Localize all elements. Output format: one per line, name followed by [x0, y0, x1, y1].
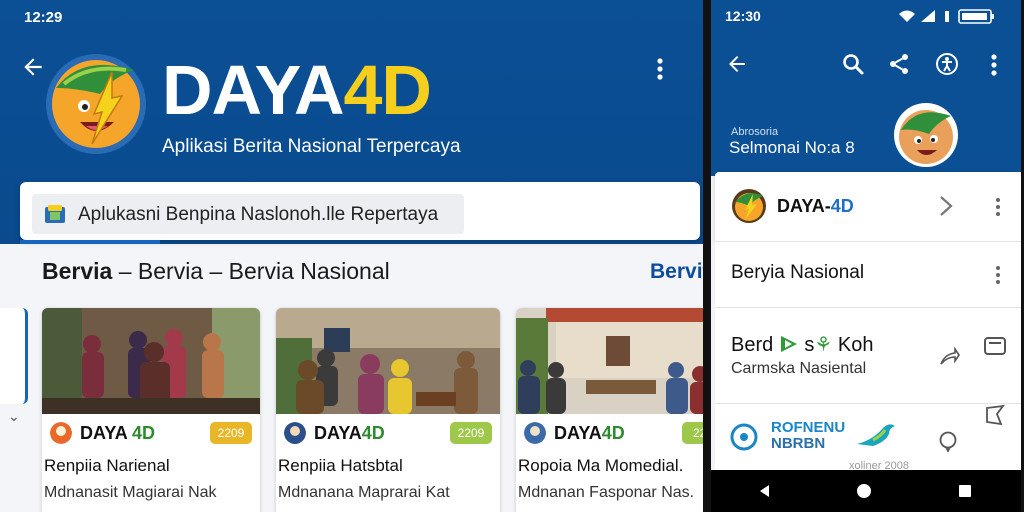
more-vert-icon[interactable]: [987, 52, 1001, 78]
tablet-screen: 12:29 DAYA4D Aplikasi Berita Nasional Te…: [0, 0, 703, 512]
phone-screen: 12:30 Abrosoria Selmonai No:a 8 DAYA-4D …: [711, 0, 1021, 470]
more-vert-icon[interactable]: [650, 56, 670, 82]
news-card[interactable]: DAYA4D 2209 Renpiia Hatsbtal Mdnanana Ma…: [276, 308, 500, 512]
share-arrow-icon[interactable]: [937, 344, 961, 368]
source-avatar-icon: [50, 422, 72, 444]
news-title: Renpiia Hatsbtal: [278, 456, 403, 475]
promo-row[interactable]: ROFNENU NBRBN xoliner 2008: [715, 404, 1021, 470]
header-title: Selmonai No:a 8: [729, 138, 855, 157]
news-source-accent: 4D: [601, 423, 625, 443]
mascot-avatar-icon[interactable]: [893, 102, 959, 168]
news-subtitle: Mdnanasit Magiarai Nak: [44, 484, 217, 501]
tab-indicator: [20, 240, 160, 244]
news-app-icon: [45, 205, 65, 223]
comment-icon[interactable]: [983, 336, 1007, 358]
news-badge: 220: [682, 422, 703, 444]
phone-header: 12:30 Abrosoria Selmonai No:a 8: [711, 0, 1021, 176]
app-name: DAYA-4D: [777, 196, 854, 217]
android-nav-bar: [711, 470, 1021, 512]
nav-back-icon[interactable]: [757, 483, 773, 499]
news-card[interactable]: DAYA 4D 2209 Renpiia Narienal Mdnanasit …: [42, 308, 260, 512]
news-source-main: DAYA: [80, 423, 128, 443]
target-logo-icon: [730, 423, 758, 451]
tagline: Aplikasi Berita Nasional Terpercaya: [162, 136, 461, 157]
share-icon[interactable]: [887, 52, 911, 76]
news-source: DAYA4D: [554, 423, 625, 444]
news-subtitle: Mdnanana Maprarai Kat: [278, 484, 450, 501]
app-header: 12:29 DAYA4D Aplikasi Berita Nasional Te…: [0, 0, 703, 244]
sprout-icon: ⚘: [814, 334, 833, 356]
news-badge: 2209: [210, 422, 252, 444]
news-title: Renpiia Narienal: [44, 456, 170, 475]
brand-title: DAYA4D: [162, 51, 432, 129]
source-avatar-icon: [524, 422, 546, 444]
previous-card-edge[interactable]: [0, 308, 28, 404]
brand-logo-icon: [46, 54, 146, 154]
news-photo: [42, 308, 260, 414]
article-row[interactable]: Berd s⚘ Koh Carmska Nasiental: [715, 308, 1021, 404]
article-title: Berd s⚘ Koh: [731, 332, 873, 357]
app-name-accent: 4D: [830, 196, 854, 216]
news-card[interactable]: DAYA4D 220 Ropoia Ma Momedial. Mdnanan F…: [516, 308, 703, 512]
news-source: DAYA 4D: [80, 423, 155, 444]
app-name-main: DAYA-: [777, 196, 831, 216]
section-title-rest: – Bervia – Bervia Nasional: [112, 258, 390, 284]
article-subtitle: Carmska Nasiental: [731, 360, 867, 377]
promo-name-line2: NBRBN: [771, 435, 826, 452]
chevron-right-icon[interactable]: [937, 194, 955, 218]
more-vert-icon[interactable]: [995, 264, 1001, 286]
news-photo: [276, 308, 500, 414]
promo-subtitle: xoliner 2008: [849, 460, 909, 470]
news-title: Ropoia Ma Momedial.: [518, 456, 684, 475]
category-row[interactable]: Beryia Nasional: [715, 242, 1021, 308]
status-time: 12:30: [725, 8, 761, 24]
news-source-main: DAYA: [554, 423, 602, 443]
source-avatar-icon: [284, 422, 306, 444]
brand-logo-icon: [732, 189, 766, 223]
back-arrow-icon[interactable]: [725, 52, 749, 76]
section-title-bold: Bervia: [42, 258, 113, 284]
brand-accent: 4D: [343, 51, 432, 129]
news-badge: 2209: [450, 422, 492, 444]
search-input[interactable]: Aplukasni Benpina Naslonoh.lle Repertaya: [32, 194, 464, 234]
brand-main: DAYA: [162, 51, 344, 129]
play-icon: [779, 334, 799, 354]
app-row[interactable]: DAYA-4D: [715, 172, 1021, 242]
status-time: 12:29: [24, 9, 63, 26]
category-label: Beryia Nasional: [731, 262, 865, 283]
search-value: Aplukasni Benpina Naslonoh.lle Repertaya: [78, 204, 439, 225]
bird-icon: [857, 424, 895, 446]
bookmark-icon[interactable]: [983, 404, 1007, 426]
comment-bubble-icon[interactable]: [937, 430, 959, 452]
accessibility-icon[interactable]: [935, 52, 959, 76]
news-source-main: DAYA: [314, 423, 362, 443]
news-subtitle: Mdnanan Fasponar Nas.: [518, 484, 695, 501]
section-more-link[interactable]: Bervit: [650, 260, 703, 284]
search-icon[interactable]: [841, 52, 865, 76]
news-source: DAYA4D: [314, 423, 385, 444]
news-photo: [516, 308, 703, 414]
article-title-c: Koh: [837, 334, 874, 356]
phone-frame: 12:30 Abrosoria Selmonai No:a 8 DAYA-4D …: [703, 0, 1024, 512]
news-source-accent: 4D: [127, 423, 156, 443]
search-card: Aplukasni Benpina Naslonoh.lle Repertaya: [20, 182, 700, 240]
news-source-accent: 4D: [361, 423, 385, 443]
section-title: Bervia – Bervia – Bervia Nasional: [42, 258, 390, 285]
status-icons: [899, 9, 994, 24]
article-title-b: s: [804, 334, 815, 356]
header-caption: Abrosoria: [731, 126, 779, 138]
chevron-down-icon[interactable]: ⌄: [8, 408, 20, 425]
promo-name: ROFNENU NBRBN: [771, 420, 845, 452]
nav-recents-icon[interactable]: [957, 483, 973, 499]
more-vert-icon[interactable]: [995, 196, 1001, 218]
nav-home-icon[interactable]: [856, 483, 872, 499]
article-title-a: Berd: [731, 334, 774, 356]
promo-name-line1: ROFNENU: [771, 419, 846, 436]
